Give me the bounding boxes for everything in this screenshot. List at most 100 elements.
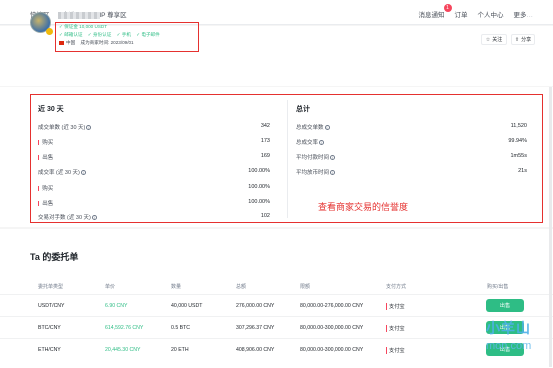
deposit-line: ✓ 保证金 10,000 USDT [59, 24, 111, 30]
stat-label: 购买 [38, 138, 53, 146]
share-label: 分享 [521, 37, 532, 43]
scrollbar[interactable] [549, 87, 552, 367]
share-icon: ⇪ [514, 36, 520, 43]
merchant-info-line: 中国 成为商家时间: 2023/09/01 [59, 40, 138, 46]
country-label: 中国 [66, 40, 76, 45]
payment-method: 支付宝 [386, 325, 405, 332]
order-total: 276,000.00 CNY [236, 303, 275, 309]
messages-badge: 1 [443, 4, 452, 12]
verified-badge-icon [46, 28, 53, 35]
stat-value: 169 [260, 153, 270, 159]
order-quantity: 20 ETH [171, 347, 189, 353]
verification-line: ✓ 邮箱认证 ✓ 身份认证 ✓ 手机 ✓ 电子邮件 [59, 32, 164, 38]
total-stat-row: 总成交率 i 99.94% [296, 138, 527, 146]
order-row: USDT/CNY 6.90 CNY 40,000 USDT 276,000.00 CN… [0, 294, 553, 316]
order-limit: 80,000.00-300,000.00 CNY [300, 347, 364, 353]
follow-button[interactable]: ☆ 关注 [481, 34, 507, 45]
id-verified: ✓ 身份认证 [87, 32, 112, 37]
order-price: 20,445.30 CNY [105, 347, 141, 353]
stat-label: 交易对手数 (近 30 天) [38, 215, 91, 221]
china-flag-icon [59, 40, 64, 45]
order-row: ETH/CNY 20,445.30 CNY 20 ETH 408,906.00 CNY… [0, 338, 553, 360]
total-stat-value: 21s [518, 168, 527, 174]
phone-verified: ✓ 手机 [116, 32, 131, 37]
total-stat-row: 平均放币时间 i 21s [296, 168, 527, 176]
nav-messages-label: 消息通知 [418, 12, 445, 19]
header-price: 单价 [105, 284, 116, 290]
stat-value: 102 [260, 213, 270, 219]
info-icon[interactable]: i [80, 169, 86, 175]
stat-value: 100.00% [248, 199, 270, 205]
total-stat-label: 总成交率 [296, 140, 319, 146]
total-stat-value: 99.94% [508, 138, 527, 144]
payment-method: 支付宝 [386, 347, 405, 354]
total-stat-value: 11,520 [510, 123, 527, 129]
stat-label: 成交率 (近 30 天) [38, 170, 80, 176]
total-stat-row: 平均付款时间 i 1m55s [296, 153, 527, 161]
stat-row: 购买 100.00% [38, 184, 270, 192]
stat-row: 成交率 (近 30 天) i 100.00% [38, 168, 270, 176]
watermark-site: mon.com [486, 340, 532, 352]
mail-verified: ✓ 电子邮件 [136, 32, 160, 37]
info-icon[interactable]: i [330, 169, 336, 175]
stat-value: 173 [260, 138, 270, 144]
order-type: BTC/CNY [38, 325, 61, 331]
nav-orders[interactable]: 订单 [455, 9, 468, 19]
stat-row: 交易对手数 (近 30 天) i 102 [38, 213, 270, 221]
stat-row: 出售 100.00% [38, 199, 270, 207]
sell-button[interactable]: 出售 [486, 299, 524, 312]
orders-title: Ta 的委托单 [30, 252, 79, 262]
stat-label: 出售 [38, 153, 53, 161]
nav-more-label: 更多 [513, 12, 527, 19]
deposit-label: ✓ 保证金 10,000 USDT [59, 24, 108, 29]
recent-30-days-title: 近 30 天 [38, 106, 64, 113]
payment-method: 支付宝 [386, 303, 405, 310]
info-icon[interactable]: i [86, 124, 92, 130]
order-price: 614,592.76 CNY [105, 325, 144, 331]
order-total: 408,906.00 CNY [236, 347, 275, 353]
order-type: USDT/CNY [38, 303, 65, 309]
total-stat-value: 1m55s [510, 153, 527, 159]
order-limit: 80,000.00-300,000.00 CNY [300, 325, 364, 331]
info-icon[interactable]: i [319, 139, 325, 145]
stat-row: 购买 173 [38, 138, 270, 146]
order-quantity: 40,000 USDT [171, 303, 203, 309]
order-quantity: 0.5 BTC [171, 325, 191, 331]
annotation-text: 查看商家交易的信誉度 [318, 202, 409, 212]
follow-label: 关注 [492, 37, 503, 43]
stat-value: 100.00% [248, 184, 270, 190]
email-verified: ✓ 邮箱认证 [59, 32, 83, 37]
info-icon[interactable]: i [324, 124, 330, 130]
stat-row: 出售 169 [38, 153, 270, 161]
nav-more[interactable]: 更多… [514, 9, 534, 19]
share-button[interactable]: ⇪ 分享 [511, 34, 535, 45]
order-price: 6.90 CNY [105, 303, 128, 309]
watermark-logo: 小羊山 [486, 320, 531, 336]
header-payment: 支付方式 [386, 284, 407, 290]
watermark: 小羊山 mon.com [484, 318, 544, 358]
total-stat-label: 平均付款时间 [296, 155, 330, 161]
star-icon: ☆ [485, 36, 491, 43]
merchant-since: 成为商家时间: 2023/09/01 [80, 40, 134, 45]
header-type: 委托单类型 [38, 284, 64, 290]
order-total: 307,296.37 CNY [236, 325, 275, 331]
stat-label: 出售 [38, 199, 53, 207]
total-stat-row: 总成交单数 i 11,520 [296, 123, 527, 131]
nav-profile[interactable]: 个人中心 [478, 9, 504, 19]
stat-row: 成交单数 (近 30 天) i 342 [38, 123, 270, 131]
stat-label: 成交单数 (近 30 天) [38, 125, 86, 131]
info-icon[interactable]: i [330, 154, 336, 160]
nav-messages[interactable]: 消息通知 1 [418, 4, 452, 19]
stat-label: 购买 [38, 184, 53, 192]
order-row: BTC/CNY 614,592.76 CNY 0.5 BTC 307,296.37 C… [0, 316, 553, 338]
info-icon[interactable]: i [91, 214, 97, 220]
order-type: ETH/CNY [38, 347, 61, 353]
order-limit: 80,000.00-276,000.00 CNY [300, 303, 364, 309]
stat-value: 100.00% [248, 168, 270, 174]
ellipsis-icon: … [526, 12, 534, 19]
nav-right: 消息通知 1 订单 个人中心 更多… [418, 4, 534, 19]
stat-value: 342 [260, 123, 270, 129]
header-qty: 数量 [171, 284, 182, 290]
header-action: 购买/出售 [487, 284, 509, 290]
header-limit: 限额 [300, 284, 311, 290]
